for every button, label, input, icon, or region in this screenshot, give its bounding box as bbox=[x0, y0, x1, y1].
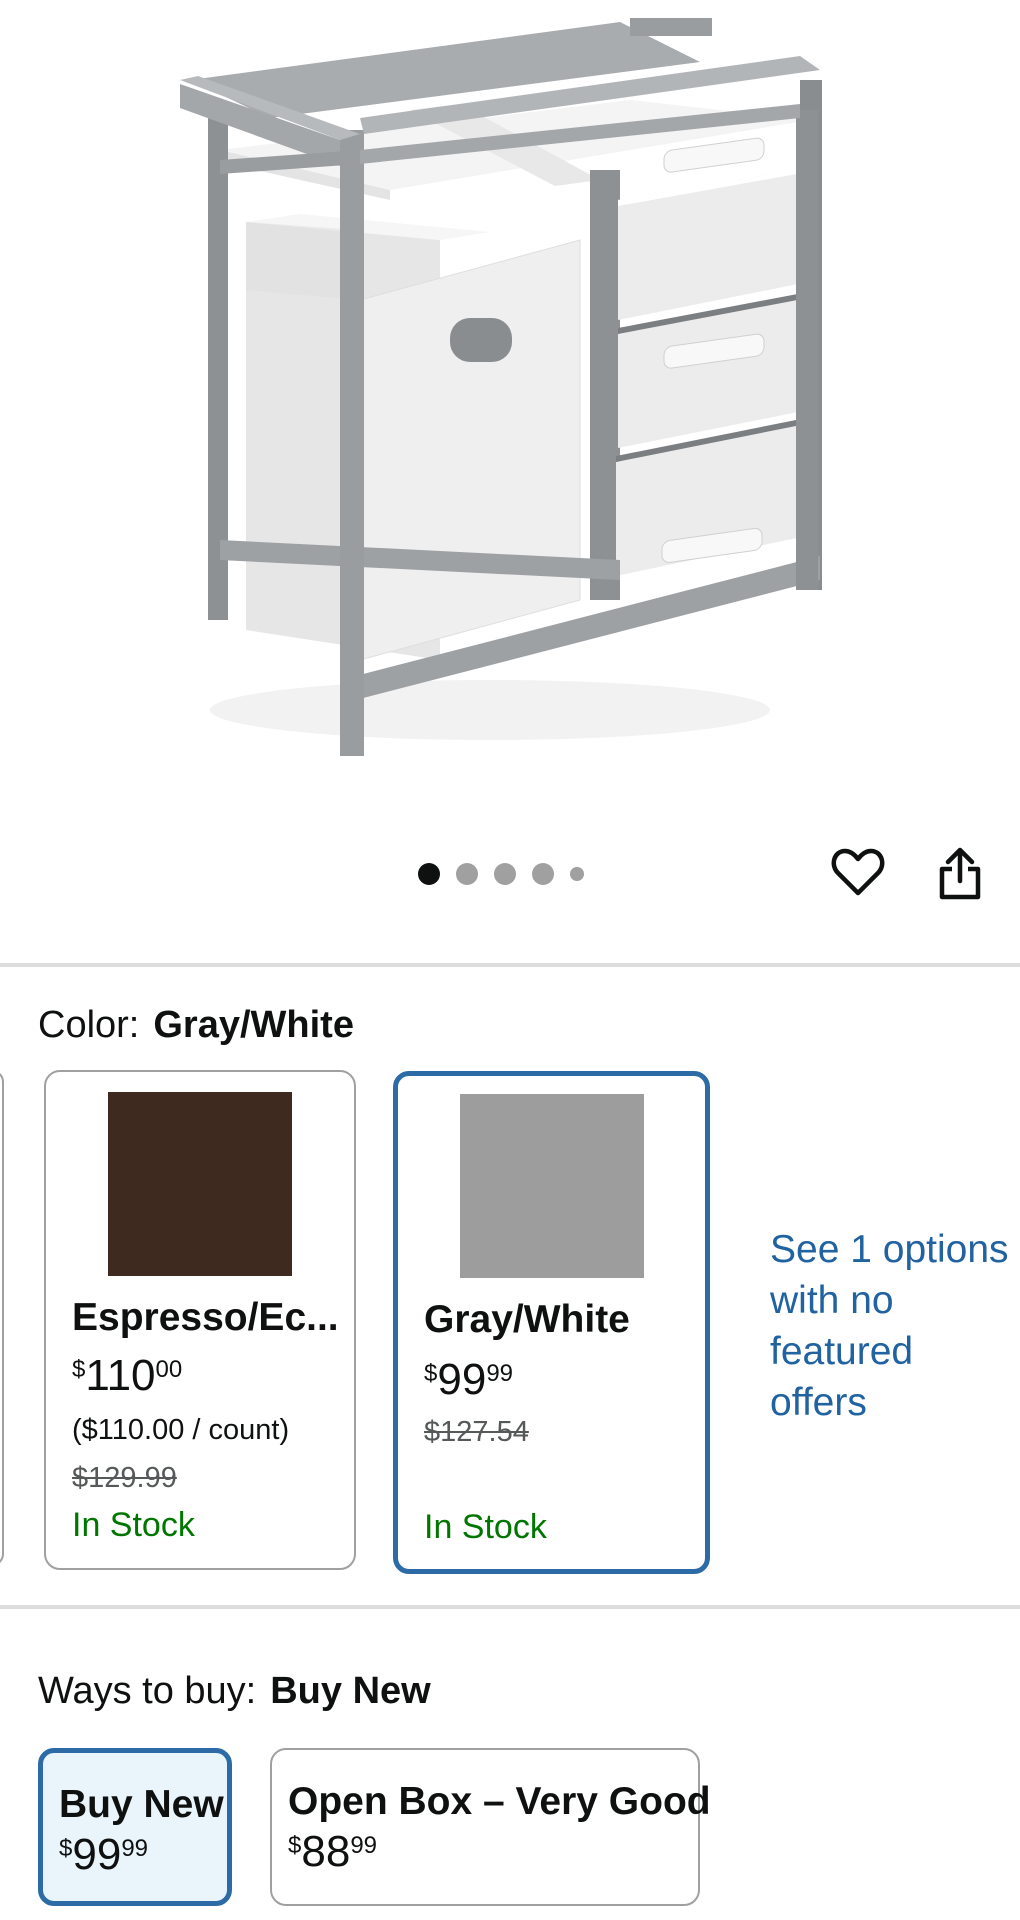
ways-to-buy-label-row: Ways to buy: Buy New bbox=[38, 1670, 431, 1713]
section-divider bbox=[0, 963, 1020, 967]
carousel-dot-5[interactable] bbox=[570, 867, 584, 881]
color-option-name: Gray/White bbox=[424, 1298, 630, 1341]
product-image[interactable] bbox=[160, 0, 860, 780]
buy-option-price: $9999 bbox=[59, 1830, 149, 1879]
color-label-row: Color: Gray/White bbox=[38, 1004, 354, 1047]
carousel-dot-2[interactable] bbox=[456, 863, 478, 885]
ways-to-buy-selected-value: Buy New bbox=[270, 1670, 431, 1712]
color-option-espresso[interactable]: Espresso/Ec... $11000 ($110.00 / count) … bbox=[44, 1070, 356, 1570]
favorite-button[interactable] bbox=[828, 842, 888, 902]
buy-option-price: $8899 bbox=[288, 1827, 378, 1876]
changing-table-illustration bbox=[180, 18, 822, 756]
buy-option-name: Buy New bbox=[59, 1783, 224, 1826]
carousel-dot-1[interactable] bbox=[418, 863, 440, 885]
color-option-list-price: $127.54 bbox=[424, 1416, 529, 1448]
color-option-price: $11000 bbox=[72, 1351, 183, 1400]
share-button[interactable] bbox=[930, 844, 990, 904]
color-option-stock: In Stock bbox=[424, 1508, 547, 1546]
color-label: Color: bbox=[38, 1004, 140, 1046]
carousel-dot-4[interactable] bbox=[532, 863, 554, 885]
color-option-stock: In Stock bbox=[72, 1506, 195, 1544]
buy-option-name: Open Box – Very Good bbox=[288, 1780, 711, 1823]
color-selected-value: Gray/White bbox=[153, 1004, 354, 1046]
share-icon bbox=[939, 847, 981, 900]
image-carousel-indicator[interactable] bbox=[418, 862, 584, 886]
color-option-gray-white[interactable]: Gray/White $9999 $127.54 In Stock bbox=[393, 1071, 710, 1574]
ways-to-buy-label: Ways to buy: bbox=[38, 1670, 257, 1712]
color-option-price: $9999 bbox=[424, 1355, 514, 1404]
buy-option-new[interactable]: Buy New $9999 bbox=[38, 1748, 232, 1906]
heart-icon bbox=[831, 848, 885, 896]
color-swatch bbox=[460, 1094, 644, 1278]
color-option-unit-price: ($110.00 / count) bbox=[72, 1414, 290, 1446]
carousel-dot-3[interactable] bbox=[494, 863, 516, 885]
buy-option-open-box[interactable]: Open Box – Very Good $8899 bbox=[270, 1748, 711, 1906]
color-option-list-price: $129.99 bbox=[72, 1462, 177, 1494]
color-swatch bbox=[108, 1092, 292, 1276]
color-option-name: Espresso/Ec... bbox=[72, 1296, 339, 1339]
see-options-link[interactable]: See 1 options with no featured offers bbox=[770, 1224, 1010, 1428]
partial-swatch-card[interactable] bbox=[0, 1070, 4, 1566]
section-divider bbox=[0, 1605, 1020, 1609]
